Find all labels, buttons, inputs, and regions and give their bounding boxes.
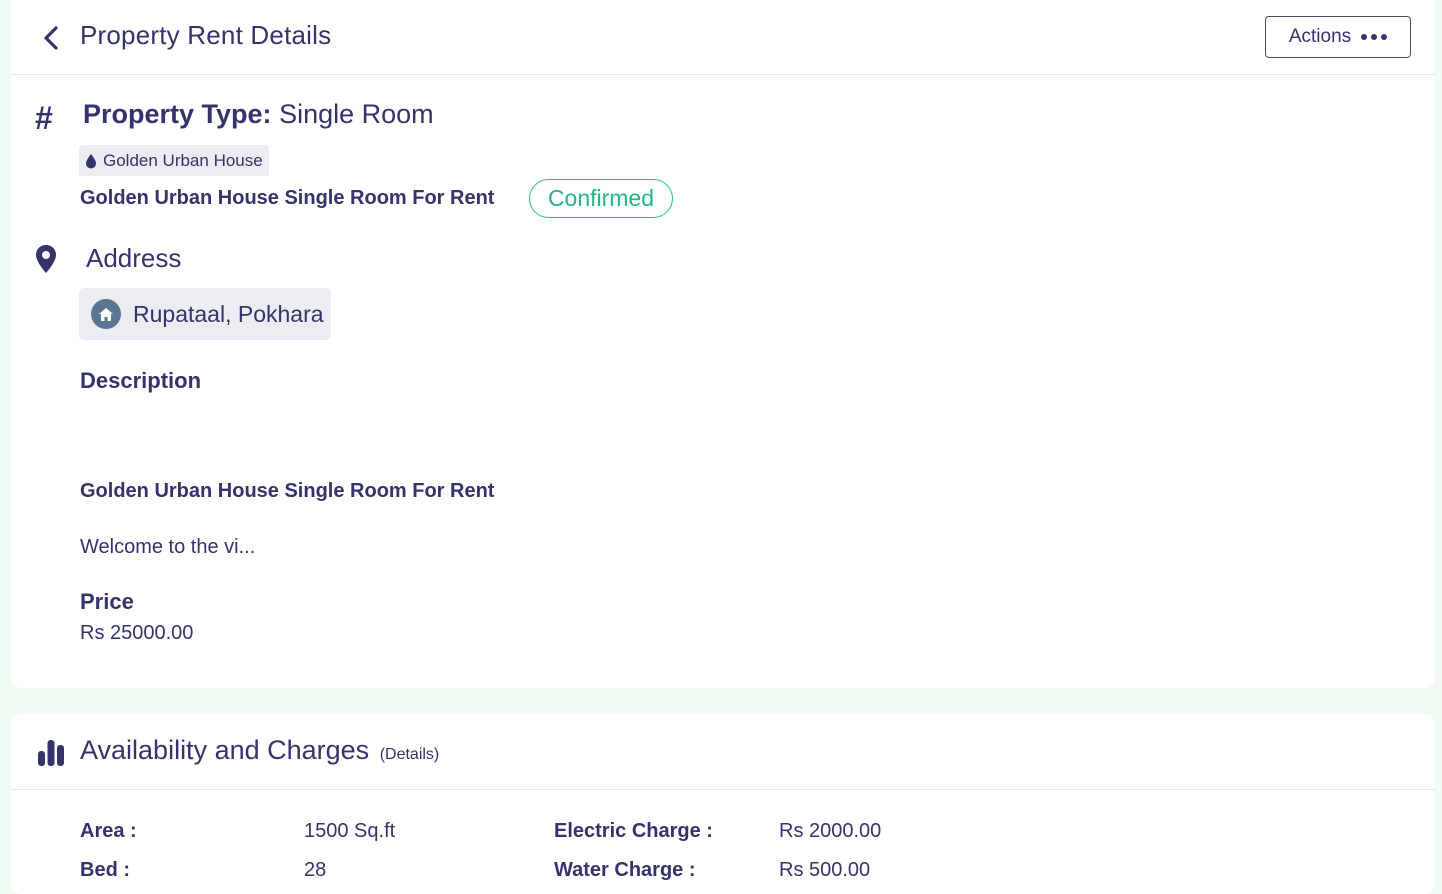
- address-value: Rupataal, Pokhara: [133, 300, 324, 327]
- description-heading: Description: [80, 368, 202, 393]
- property-tag-label: Golden Urban House: [103, 150, 263, 170]
- property-tag: Golden Urban House: [79, 145, 269, 176]
- price-value: Rs 25000.00: [80, 622, 194, 644]
- availability-card: Availability and Charges (Details) Area …: [11, 714, 1435, 894]
- more-dots-icon: [1361, 34, 1388, 40]
- availability-subtitle: (Details): [379, 746, 440, 763]
- area-value: 1500 Sq.ft: [304, 820, 396, 842]
- chevron-left-icon: [44, 26, 58, 50]
- back-button[interactable]: [38, 24, 64, 52]
- property-details-card: Property Rent Details Actions # Property…: [11, 0, 1435, 688]
- address-chip: Rupataal, Pokhara: [79, 288, 331, 340]
- page-header: Property Rent Details Actions: [11, 0, 1435, 75]
- price-label: Price: [80, 589, 134, 614]
- area-label: Area :: [80, 820, 137, 842]
- status-badge: Confirmed: [529, 179, 673, 218]
- drop-icon: [86, 153, 96, 168]
- home-icon: [91, 299, 121, 329]
- actions-button[interactable]: Actions: [1265, 16, 1411, 58]
- page-title: Property Rent Details: [80, 20, 332, 50]
- property-type-label: Property Type:: [83, 99, 272, 129]
- availability-header: Availability and Charges (Details): [11, 714, 1435, 790]
- availability-title: Availability and Charges (Details): [80, 735, 439, 766]
- property-type-value: Single Room: [279, 99, 434, 129]
- electric-charge-label: Electric Charge :: [554, 820, 713, 842]
- description-title: Golden Urban House Single Room For Rent: [80, 480, 495, 502]
- actions-label: Actions: [1288, 26, 1352, 47]
- listing-title: Golden Urban House Single Room For Rent: [80, 187, 495, 209]
- electric-charge-value: Rs 2000.00: [779, 820, 882, 842]
- bar-chart-icon: [38, 740, 64, 766]
- address-heading: Address: [86, 243, 182, 273]
- availability-title-text: Availability and Charges: [80, 735, 370, 765]
- map-pin-icon: [35, 244, 57, 279]
- description-text: Welcome to the vi...: [80, 536, 256, 558]
- property-type: Property Type: Single Room: [83, 99, 434, 130]
- hash-icon: #: [35, 100, 53, 136]
